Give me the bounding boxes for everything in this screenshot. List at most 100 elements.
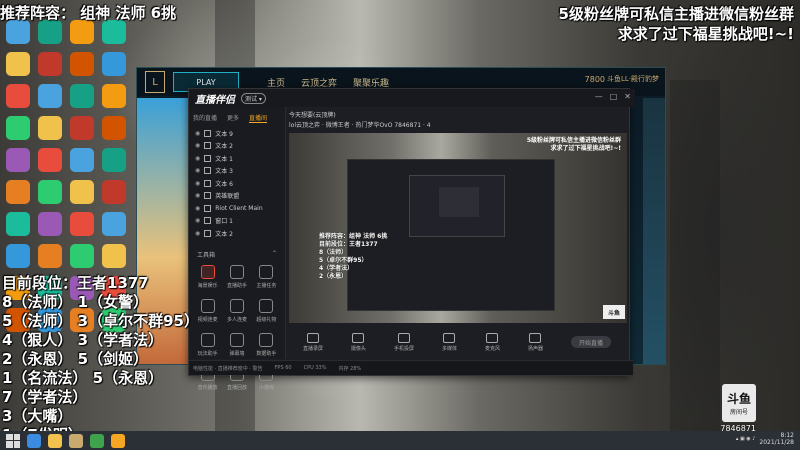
desktop-shortcut-icon[interactable] bbox=[38, 20, 62, 44]
scene-list: ◉ 文本 9 ◉ 文本 2 ◉ 文本 1 ◉ 文本 3 ◉ 文本 6 ◉ 英雄联盟 ◉ Riot Clie… bbox=[189, 127, 285, 240]
visibility-eye-icon[interactable]: ◉ bbox=[195, 167, 200, 174]
clock-time: 8:12 bbox=[780, 432, 794, 439]
tools-collapse-icon[interactable]: ⌃ bbox=[272, 250, 277, 259]
scene-item[interactable]: ◉ 窗口 1 bbox=[189, 215, 285, 228]
visibility-eye-icon[interactable]: ◉ bbox=[195, 205, 200, 212]
source-icon bbox=[529, 332, 542, 343]
streaming-app-taskbar-icon[interactable] bbox=[111, 433, 125, 448]
source-button[interactable]: 摄像头 bbox=[351, 332, 366, 352]
desktop-shortcut-icon[interactable] bbox=[38, 148, 62, 172]
tab-events[interactable]: 聚聚乐趣 bbox=[353, 76, 389, 89]
desktop-shortcut-icon[interactable] bbox=[102, 180, 126, 204]
scene-item[interactable]: ◉ 文本 3 bbox=[189, 165, 285, 178]
game-launcher-icon[interactable] bbox=[90, 433, 104, 448]
desktop-shortcut-icon[interactable] bbox=[6, 244, 30, 268]
desktop-shortcut-icon[interactable] bbox=[6, 180, 30, 204]
streaming-app-window[interactable]: 直播伴侣 测试 ▾ — □ ✕ 我的直播 更多 直播间 ◉ 文本 9 ◉ 文本 2 ◉ 文… bbox=[188, 88, 635, 391]
desktop-shortcut-icon[interactable] bbox=[6, 116, 30, 140]
source-button[interactable]: 扬声器 bbox=[528, 332, 543, 352]
desktop-shortcut-icon[interactable] bbox=[38, 52, 62, 76]
desktop-shortcut-icon[interactable] bbox=[6, 148, 30, 172]
desktop-shortcut-icon[interactable] bbox=[6, 84, 30, 108]
desktop-shortcut-icon[interactable] bbox=[6, 20, 30, 44]
tool-item[interactable]: 多人连麦 bbox=[222, 298, 251, 323]
start-live-button[interactable]: 开始直播 bbox=[570, 336, 611, 348]
visibility-eye-icon[interactable]: ◉ bbox=[195, 130, 200, 137]
tool-icon bbox=[229, 298, 244, 313]
desktop-shortcut-icon[interactable] bbox=[70, 52, 94, 76]
desktop-shortcut-icon[interactable] bbox=[70, 180, 94, 204]
window-controls: — □ ✕ bbox=[595, 92, 631, 101]
tab-more[interactable]: 更多 bbox=[227, 113, 239, 123]
source-button[interactable]: 直播录屏 bbox=[303, 332, 323, 352]
version-dropdown[interactable]: 测试 ▾ bbox=[241, 92, 266, 104]
taskbar: ▴ ▣ ◉ ♪ 8:12 2021/11/28 bbox=[0, 431, 800, 450]
scene-type-icon bbox=[204, 167, 212, 175]
desktop-shortcut-icon[interactable] bbox=[70, 212, 94, 236]
source-button[interactable]: 多媒体 bbox=[442, 332, 457, 352]
overlay-recommended-comp: 推荐阵容： 组神 法师 6挑 bbox=[0, 4, 177, 22]
scene-item[interactable]: ◉ 文本 6 bbox=[189, 177, 285, 190]
visibility-eye-icon[interactable]: ◉ bbox=[195, 192, 200, 199]
stream-preview[interactable]: 推荐阵容：组神 法师 6挑 目前段位：王者1377 8（法师） 5（卓尔不群95） 4（… bbox=[289, 133, 627, 323]
tab-tft[interactable]: 云顶之弈 bbox=[301, 76, 337, 89]
desktop-shortcut-icon[interactable] bbox=[70, 244, 94, 268]
desktop-shortcut-icon[interactable] bbox=[70, 20, 94, 44]
source-button[interactable]: 手机投屏 bbox=[394, 332, 414, 352]
desktop-shortcut-icon[interactable] bbox=[102, 20, 126, 44]
close-icon[interactable]: ✕ bbox=[624, 92, 631, 101]
wallpaper-rock-streak bbox=[670, 80, 720, 450]
preview-text-line: 目前段位：王者1377 bbox=[319, 241, 378, 248]
scene-item[interactable]: ◉ 文本 1 bbox=[189, 152, 285, 165]
file-explorer-icon[interactable] bbox=[48, 433, 62, 448]
desktop-shortcut-icon[interactable] bbox=[102, 212, 126, 236]
scene-item[interactable]: ◉ 文本 9 bbox=[189, 127, 285, 140]
visibility-eye-icon[interactable]: ◉ bbox=[195, 230, 200, 237]
game-social-panel bbox=[643, 98, 665, 364]
tool-item[interactable]: 主播任务 bbox=[252, 264, 281, 289]
lol-client-icon[interactable] bbox=[69, 433, 83, 448]
desktop-shortcut-icon[interactable] bbox=[6, 212, 30, 236]
scene-item[interactable]: ◉ 英雄联盟 bbox=[189, 190, 285, 203]
tool-item[interactable]: 数据助手 bbox=[252, 332, 281, 357]
tray-icons[interactable]: ▴ ▣ ◉ ♪ bbox=[736, 436, 756, 442]
desktop-shortcut-icon[interactable] bbox=[38, 116, 62, 140]
preview-top-line: 5级粉丝牌可私信主播进微信粉丝群 bbox=[526, 137, 621, 144]
maximize-icon[interactable]: □ bbox=[610, 92, 618, 101]
desktop-shortcut-icon[interactable] bbox=[38, 84, 62, 108]
scene-label: 文本 9 bbox=[215, 130, 233, 138]
source-button[interactable]: 麦克风 bbox=[485, 332, 500, 352]
visibility-eye-icon[interactable]: ◉ bbox=[195, 142, 200, 149]
visibility-eye-icon[interactable]: ◉ bbox=[195, 217, 200, 224]
desktop-shortcut-icon[interactable] bbox=[6, 52, 30, 76]
tool-item[interactable]: 直播助手 bbox=[222, 264, 251, 289]
desktop-shortcut-icon[interactable] bbox=[102, 148, 126, 172]
tool-icon bbox=[200, 298, 215, 313]
desktop-shortcut-icon[interactable] bbox=[38, 212, 62, 236]
desktop-shortcut-icon[interactable] bbox=[38, 244, 62, 268]
desktop-shortcut-icon[interactable] bbox=[102, 52, 126, 76]
desktop-shortcut-icon[interactable] bbox=[70, 84, 94, 108]
tab-live-room[interactable]: 直播间 bbox=[249, 113, 268, 123]
desktop-shortcut-icon[interactable] bbox=[102, 244, 126, 268]
scene-item[interactable]: ◉ Riot Client Main bbox=[189, 202, 285, 215]
visibility-eye-icon[interactable]: ◉ bbox=[195, 180, 200, 187]
tool-item[interactable]: 超级礼物 bbox=[252, 298, 281, 323]
desktop-shortcut-icon[interactable] bbox=[70, 116, 94, 140]
clock[interactable]: 8:12 2021/11/28 bbox=[759, 432, 794, 446]
tab-home[interactable]: 主页 bbox=[267, 76, 285, 89]
desktop-shortcut-icon[interactable] bbox=[102, 116, 126, 140]
scene-item[interactable]: ◉ 文本 2 bbox=[189, 227, 285, 240]
minimize-icon[interactable]: — bbox=[595, 92, 603, 101]
stream-title[interactable]: 今天想要(云顶牌) bbox=[289, 111, 431, 121]
tool-item[interactable]: 弹幕墙 bbox=[222, 332, 251, 357]
desktop-shortcut-icon[interactable] bbox=[38, 180, 62, 204]
scene-item[interactable]: ◉ 文本 2 bbox=[189, 140, 285, 153]
edge-browser-icon[interactable] bbox=[27, 433, 41, 448]
desktop-shortcut-icon[interactable] bbox=[102, 84, 126, 108]
windows-start-icon[interactable] bbox=[6, 433, 20, 448]
ranking-row: 3（大嘴） bbox=[2, 407, 73, 425]
desktop-shortcut-icon[interactable] bbox=[70, 148, 94, 172]
visibility-eye-icon[interactable]: ◉ bbox=[195, 155, 200, 162]
tab-my-live[interactable]: 我的直播 bbox=[193, 113, 217, 123]
